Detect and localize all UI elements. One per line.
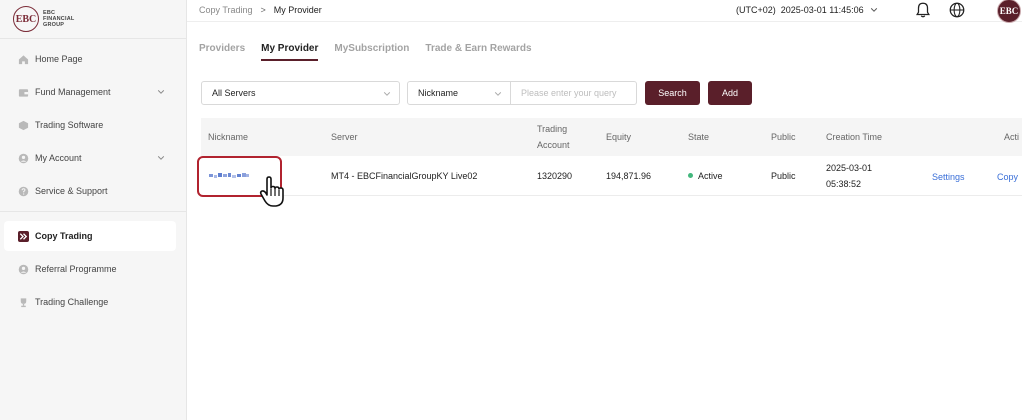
server-select-value: All Servers xyxy=(212,88,256,98)
sidebar-item-label: Referral Programme xyxy=(35,264,117,274)
column-server: Server xyxy=(331,132,358,142)
sidebar-item-my-account[interactable]: My Account xyxy=(0,143,187,173)
column-state: State xyxy=(688,132,710,142)
sidebar-item-label: Trading Software xyxy=(35,120,104,130)
referral-icon xyxy=(18,264,29,275)
ebc-logo-icon: EBC xyxy=(13,6,39,32)
sidebar-divider xyxy=(0,211,187,212)
tab-trade-earn-rewards[interactable]: Trade & Earn Rewards xyxy=(425,43,531,61)
copy-trading-icon xyxy=(18,230,29,242)
column-trading-account-line1: Trading xyxy=(537,124,568,134)
cell-equity: 194,871.96 xyxy=(606,171,652,181)
chevron-down-icon xyxy=(383,90,391,98)
column-public: Public xyxy=(771,132,796,142)
hand-pointer-cursor-icon xyxy=(259,176,284,207)
breadcrumb-current: My Provider xyxy=(273,5,322,15)
avatar[interactable]: EBC xyxy=(997,0,1021,23)
timezone-selector[interactable]: (UTC+02) 2025-03-01 11:45:06 xyxy=(736,5,878,15)
cube-icon xyxy=(18,120,29,131)
search-button[interactable]: Search xyxy=(645,81,700,105)
table-header: Nickname Server Trading Account Equity S… xyxy=(201,118,1022,156)
sidebar-item-label: Trading Challenge xyxy=(35,297,109,307)
sidebar-item-label: Service & Support xyxy=(35,186,108,196)
brand-divider xyxy=(0,38,187,39)
brand-text: EBC FINANCIAL GROUP xyxy=(43,10,74,28)
table-row: MT4 - EBCFinancialGroupKY Live02 1320290… xyxy=(201,156,1022,196)
globe-icon[interactable] xyxy=(948,1,966,19)
search-input[interactable] xyxy=(511,81,637,105)
user-icon xyxy=(18,153,29,164)
server-select[interactable]: All Servers xyxy=(201,81,400,105)
column-action: Acti xyxy=(1004,132,1020,142)
sidebar-item-label: Copy Trading xyxy=(35,231,93,241)
sidebar-item-referral-programme[interactable]: Referral Programme xyxy=(0,254,187,284)
cell-trading-account: 1320290 xyxy=(537,171,573,181)
column-trading-account-line2: Account xyxy=(537,140,570,150)
chevron-down-icon[interactable] xyxy=(157,88,165,96)
tab-my-provider[interactable]: My Provider xyxy=(261,43,319,61)
add-button[interactable]: Add xyxy=(708,81,752,105)
cell-state: Active xyxy=(688,171,723,181)
chevron-down-icon xyxy=(494,90,502,98)
column-nickname: Nickname xyxy=(208,132,249,142)
active-status-dot xyxy=(688,173,693,179)
brand-logo[interactable]: EBC EBC FINANCIAL GROUP xyxy=(13,6,74,32)
breadcrumb-copy-trading[interactable]: Copy Trading xyxy=(199,5,253,15)
sidebar-item-copy-trading[interactable]: Copy Trading xyxy=(4,221,176,251)
cell-creation-clock: 05:38:52 xyxy=(826,179,862,189)
sidebar: EBC EBC FINANCIAL GROUP Home Page Fund M… xyxy=(0,0,187,420)
cell-server: MT4 - EBCFinancialGroupKY Live02 xyxy=(331,171,478,181)
brand-line-3: GROUP xyxy=(43,22,65,28)
chevron-down-icon xyxy=(870,6,878,14)
top-bar: Copy Trading > My Provider (UTC+02) 2025… xyxy=(187,0,1022,23)
tab-bar: Providers My Provider MySubscription Tra… xyxy=(199,43,548,61)
trophy-icon xyxy=(18,297,29,308)
bell-icon[interactable] xyxy=(914,1,932,19)
sidebar-item-fund-management[interactable]: Fund Management xyxy=(0,77,187,107)
sidebar-item-label: Home Page xyxy=(35,54,83,64)
copy-link[interactable]: Copy xyxy=(997,172,1018,182)
sidebar-item-home-page[interactable]: Home Page xyxy=(0,44,187,74)
cell-creation-date: 2025-03-01 xyxy=(826,163,873,173)
settings-link[interactable]: Settings xyxy=(932,172,965,182)
sidebar-item-label: Fund Management xyxy=(35,87,111,97)
sidebar-item-trading-software[interactable]: Trading Software xyxy=(0,110,187,140)
cell-public: Public xyxy=(771,171,796,181)
column-equity: Equity xyxy=(606,132,632,142)
search-field-value: Nickname xyxy=(418,88,459,98)
help-icon xyxy=(18,186,29,197)
tab-providers[interactable]: Providers xyxy=(199,43,245,61)
search-field-select[interactable]: Nickname xyxy=(407,81,511,105)
cell-state-text: Active xyxy=(698,171,723,181)
sidebar-item-trading-challenge[interactable]: Trading Challenge xyxy=(0,287,187,317)
chevron-down-icon[interactable] xyxy=(157,154,165,162)
column-creation-time: Creation Time xyxy=(826,132,883,142)
timezone-text: (UTC+02) 2025-03-01 11:45:06 xyxy=(736,5,864,15)
home-icon xyxy=(18,54,29,65)
breadcrumb: Copy Trading > My Provider xyxy=(199,5,322,15)
wallet-icon xyxy=(18,87,29,98)
sidebar-item-label: My Account xyxy=(35,153,82,163)
tab-my-subscription[interactable]: MySubscription xyxy=(334,43,409,61)
sidebar-item-service-support[interactable]: Service & Support xyxy=(0,176,187,206)
breadcrumb-separator: > xyxy=(260,5,266,15)
